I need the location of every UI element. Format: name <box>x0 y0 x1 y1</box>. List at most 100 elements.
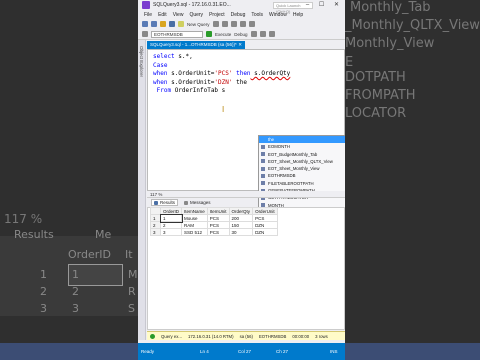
intellisense-item[interactable]: EOMONTH <box>259 143 345 150</box>
status-bar: Ready Ln 4 Col 27 Ch 27 INS <box>138 343 345 360</box>
standard-toolbar: New Query <box>138 19 345 29</box>
cut-icon[interactable] <box>221 21 228 27</box>
table-cell[interactable]: 150 <box>228 221 254 229</box>
forward-icon[interactable] <box>151 21 157 27</box>
menu-edit[interactable]: Edit <box>158 12 167 18</box>
menu-file[interactable]: File <box>144 12 152 18</box>
ghost-statusbar <box>0 343 138 360</box>
results-to-grid-icon[interactable] <box>259 31 266 37</box>
table-cell[interactable]: PCS <box>206 221 230 229</box>
table-row: 1 1 Mouse PCS 200 PCS <box>150 213 278 223</box>
ghost-cell: M <box>128 268 138 281</box>
new-query-button[interactable]: New Query <box>187 22 210 27</box>
comment-icon[interactable] <box>268 31 275 37</box>
ghost-tab-messages: Me <box>95 228 112 241</box>
save-icon[interactable] <box>169 21 175 27</box>
row-number[interactable]: 2 <box>150 221 161 229</box>
row-number[interactable]: 1 <box>150 214 161 222</box>
column-header[interactable]: ItemName <box>181 207 208 215</box>
code-fragment: s.OrderUnit= <box>167 70 215 77</box>
ghost-row-num: 3 <box>40 302 47 315</box>
execute-icon[interactable] <box>206 31 212 37</box>
title-bar: SQLQuery3.sql - 172.16.0.31.EO... Quick … <box>138 0 345 14</box>
column-header[interactable]: OrderQty <box>228 207 254 215</box>
close-icon[interactable]: ✕ <box>238 41 242 49</box>
intellisense-item[interactable]: EOT_BudgetMonthly_Tab <box>259 151 345 158</box>
row-number[interactable]: 3 <box>150 228 161 236</box>
tab-sqlquery3[interactable]: SQLQuery3.sql - 1...OTHRMSDB (sa (56))* … <box>147 41 245 49</box>
query-status-text: Query ex... <box>161 333 183 339</box>
open-file-icon[interactable] <box>160 21 166 27</box>
connect-icon[interactable] <box>142 31 148 37</box>
table-cell[interactable]: 30 <box>228 228 254 236</box>
sql-editor-toolbar: EOTHRMSDB Execute Debug <box>138 29 345 40</box>
keyword: then <box>232 70 251 77</box>
grid-icon <box>154 200 158 205</box>
tab-results[interactable]: Results <box>151 199 179 206</box>
table-cell[interactable]: 2 <box>159 221 183 229</box>
db-query-icon[interactable] <box>212 21 219 27</box>
table-cell[interactable]: DZN <box>252 228 278 236</box>
table-cell[interactable]: Mouse <box>181 214 208 222</box>
execute-button[interactable]: Execute <box>215 32 231 37</box>
copy-icon[interactable] <box>230 21 237 27</box>
table-cell[interactable]: SSD 512 <box>181 228 208 236</box>
menu-query[interactable]: Query <box>189 12 203 18</box>
ghost-cell: S <box>128 302 135 315</box>
ghost-text: E <box>345 55 354 70</box>
ghost-text: _Monthly_QLTX_View <box>345 18 480 33</box>
column-header[interactable]: OrderID <box>159 207 183 215</box>
ghost-row-num: 2 <box>40 285 47 298</box>
table-cell[interactable]: RAM <box>181 221 208 229</box>
database-select[interactable]: EOTHRMSDB <box>151 30 203 38</box>
debug-button[interactable]: Debug <box>234 32 247 37</box>
table-cell[interactable]: 200 <box>228 214 254 222</box>
view-icon <box>261 166 265 171</box>
intellisense-item[interactable]: EOT_Sheet_Monthly_View <box>259 165 345 172</box>
table-cell[interactable]: 1 <box>159 213 183 223</box>
code-text[interactable]: select s.*, Case when s.OrderUnit='PCS' … <box>153 53 290 96</box>
menu-help[interactable]: Help <box>293 12 303 18</box>
intellisense-item-label: EOTHRMSDB <box>268 173 296 179</box>
intellisense-item-label: the <box>268 137 274 142</box>
code-fragment: s.*, <box>174 53 193 60</box>
menu-debug[interactable]: Debug <box>231 12 246 18</box>
object-explorer-sidebar[interactable]: Object Explorer <box>138 40 146 340</box>
menu-bar: File Edit View Query Project Debug Tools… <box>138 10 345 19</box>
table-icon <box>261 152 265 157</box>
menu-project[interactable]: Project <box>209 12 225 18</box>
undo-icon[interactable] <box>248 21 255 27</box>
status-col: Col 27 <box>238 349 252 354</box>
column-header[interactable]: ItemUnit <box>206 207 230 215</box>
table-cell[interactable]: 3 <box>159 228 183 236</box>
status-ins: INS <box>330 349 338 354</box>
table-cell[interactable]: DZN <box>252 221 278 229</box>
parse-icon[interactable] <box>250 31 257 37</box>
column-header[interactable]: OrderUnit <box>252 207 278 215</box>
paste-icon[interactable] <box>239 21 246 27</box>
intellisense-item[interactable]: EOT_Sheet_Monthly_QLTX_View <box>259 158 345 165</box>
back-icon[interactable] <box>142 21 148 27</box>
intellisense-item[interactable]: EOTHRMSDB <box>259 172 345 179</box>
ghost-row-num: 1 <box>40 268 47 281</box>
code-fragment: s.OrderUnit= <box>167 78 215 86</box>
query-editor[interactable]: select s.*, Case when s.OrderUnit='PCS' … <box>147 49 345 215</box>
background-right-panel <box>345 0 480 360</box>
intellisense-item[interactable]: FILETABLEROOTPATH <box>259 180 345 187</box>
new-query-icon[interactable] <box>178 21 184 27</box>
menu-view[interactable]: View <box>173 12 184 18</box>
intellisense-item[interactable]: the <box>259 136 345 144</box>
window-controls[interactable]: – ☐ ✕ <box>306 1 343 8</box>
results-grid[interactable]: OrderID ItemName ItemUnit OrderQty Order… <box>150 207 300 236</box>
table-cell[interactable]: PCS <box>206 228 230 236</box>
menu-tools[interactable]: Tools <box>251 12 263 18</box>
menu-window[interactable]: Window <box>269 12 287 18</box>
ghost-tab-results: Results <box>14 228 54 241</box>
table-cell[interactable]: PCS <box>252 214 278 222</box>
keyword: From <box>156 87 172 94</box>
table-cell[interactable]: PCS <box>206 214 230 222</box>
zoom-level[interactable]: 117 % <box>147 191 345 198</box>
elapsed-time: 00:00:00 <box>292 333 310 339</box>
tab-messages[interactable]: Messages <box>184 200 211 205</box>
ghost-text: Monthly_Tab <box>350 0 431 15</box>
